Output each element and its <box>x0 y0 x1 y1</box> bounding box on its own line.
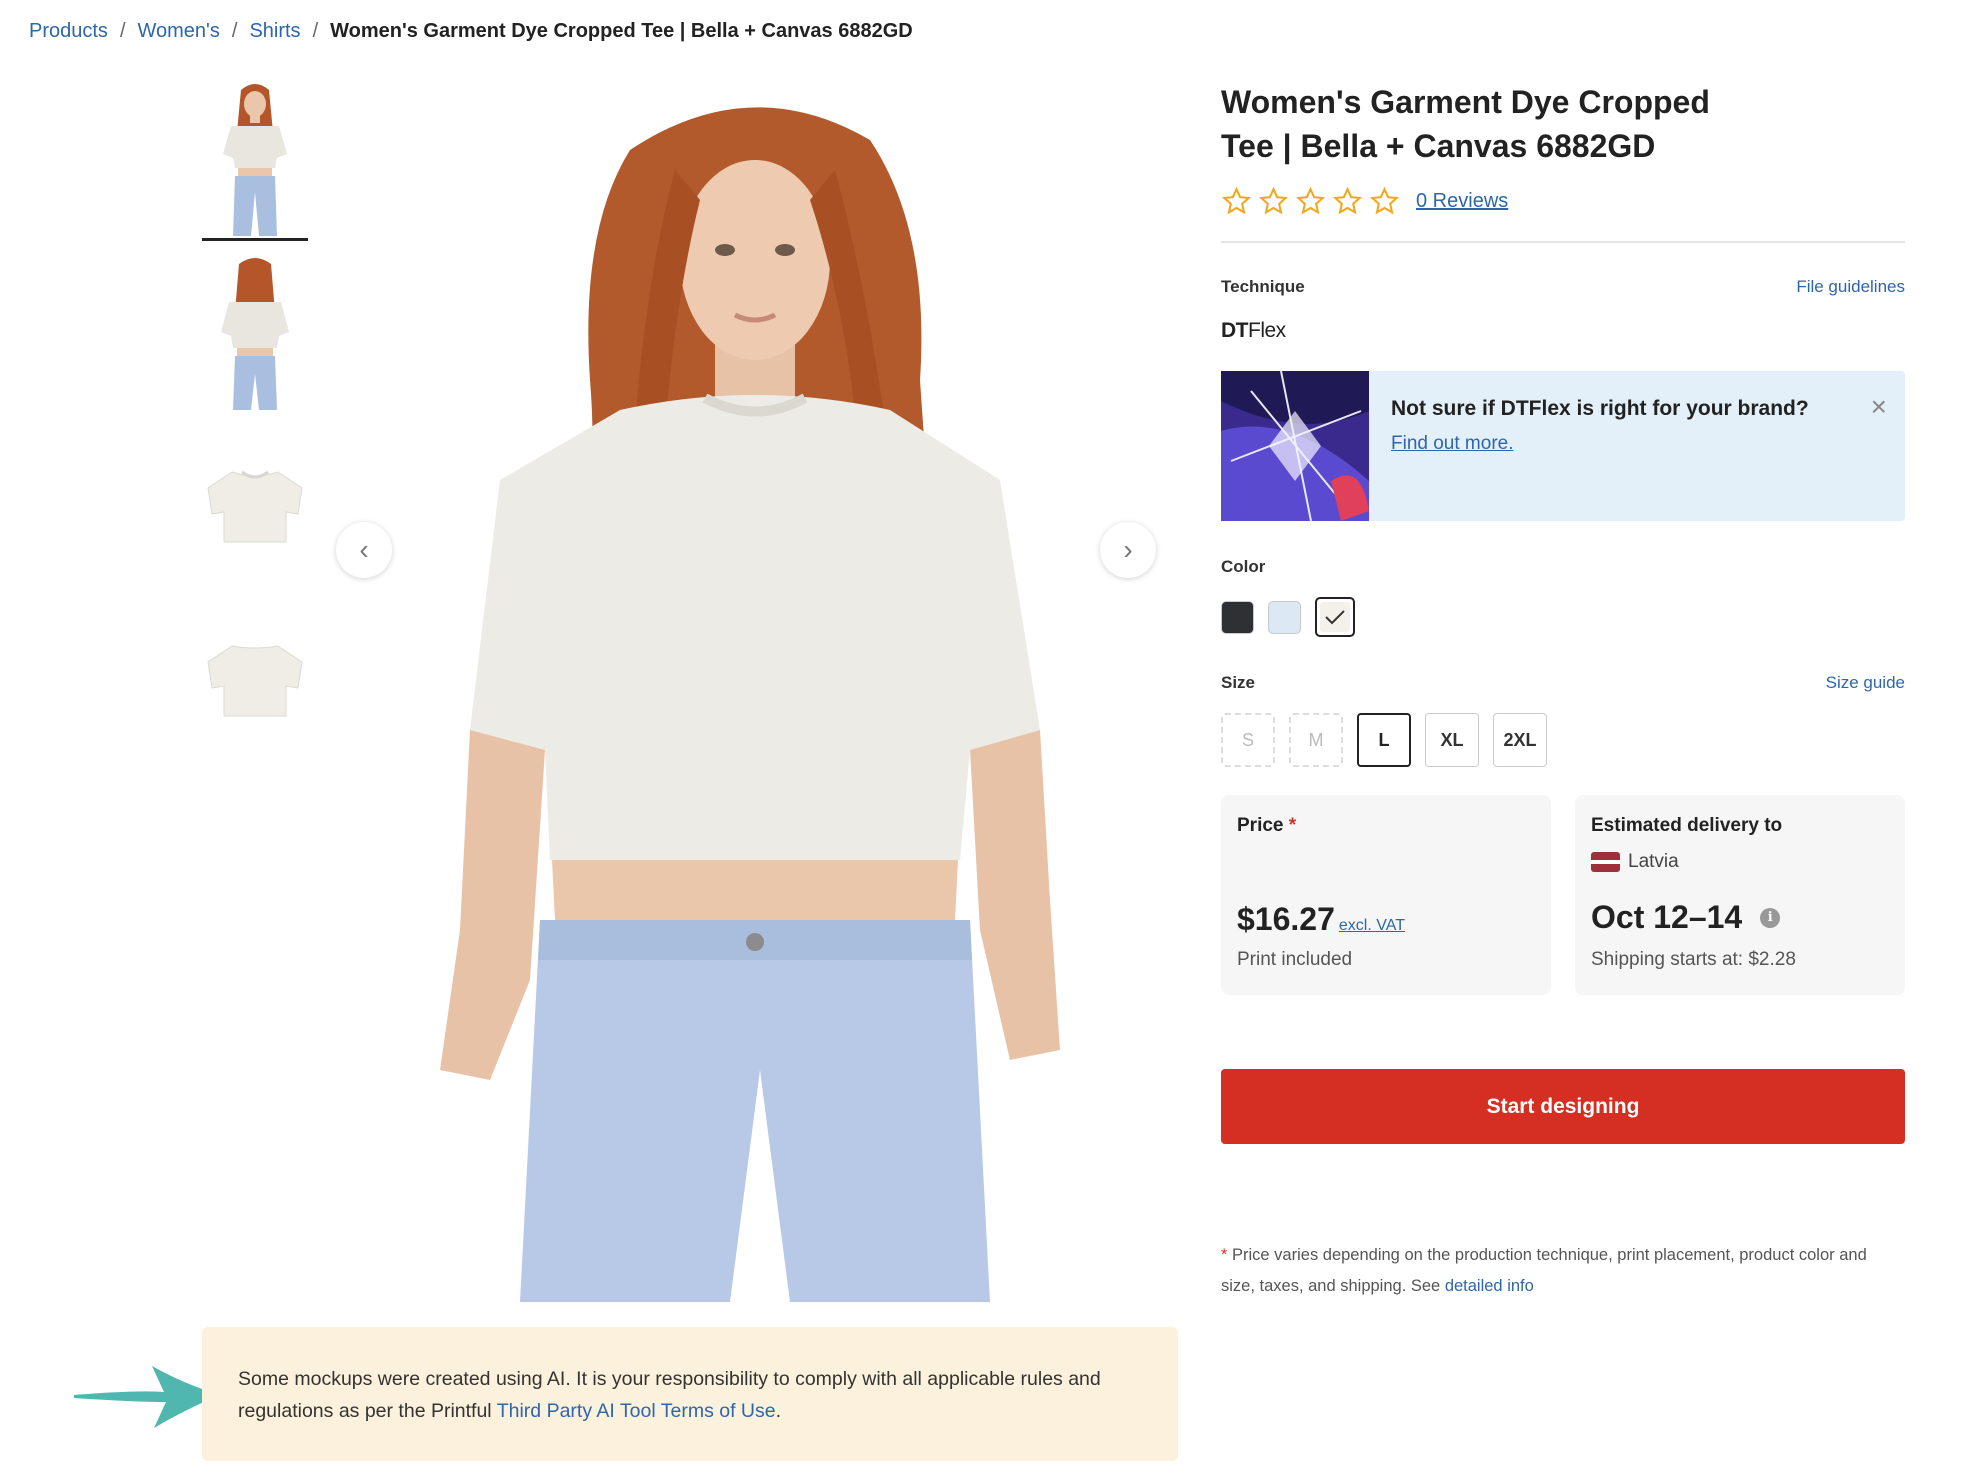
breadcrumb-link-products[interactable]: Products <box>29 20 108 43</box>
detailed-info-link[interactable]: detailed info <box>1445 1277 1534 1295</box>
footnote-text: Price varies depending on the production… <box>1221 1246 1867 1295</box>
delivery-card-title: Estimated delivery to <box>1591 815 1783 836</box>
color-swatch-white-selected[interactable] <box>1315 597 1355 637</box>
delivery-dates: Oct 12–14 <box>1591 899 1743 935</box>
star-icon[interactable] <box>1369 186 1400 217</box>
size-header: Size Size guide <box>1221 673 1905 693</box>
promo-text: Not sure if DTFlex is right for your bra… <box>1369 371 1833 521</box>
thumbnail-back-model[interactable] <box>202 254 308 412</box>
shipping-starts-text: Shipping starts at: $2.28 <box>1591 949 1796 970</box>
ai-notice-end: . <box>775 1400 782 1422</box>
price-card-title: Price * <box>1237 815 1535 837</box>
chevron-left-icon: ‹ <box>359 534 369 565</box>
breadcrumb-separator: / <box>231 20 238 42</box>
size-guide-link[interactable]: Size guide <box>1826 673 1905 693</box>
color-swatch-black[interactable] <box>1221 600 1254 634</box>
breadcrumb-separator: / <box>312 20 319 42</box>
dtflex-promo-image <box>1221 371 1369 521</box>
thumbnail-flat-back[interactable] <box>202 602 308 760</box>
main-product-image: ‹ › <box>330 80 1190 1302</box>
price-card: Price * $16.27 excl. VAT Print included <box>1221 795 1551 995</box>
size-option-2xl[interactable]: 2XL <box>1493 713 1547 767</box>
rating-row: 0 Reviews <box>1221 186 1905 217</box>
dtflex-logo-thin: Flex <box>1248 319 1286 342</box>
delivery-country[interactable]: Latvia <box>1591 851 1889 873</box>
breadcrumb-link-womens[interactable]: Women's <box>138 20 220 43</box>
file-guidelines-link[interactable]: File guidelines <box>1796 277 1905 297</box>
find-out-more-link[interactable]: Find out more. <box>1391 433 1811 455</box>
dtflex-logo-bold: DT <box>1221 319 1249 342</box>
size-option-m[interactable]: M <box>1289 713 1343 767</box>
price-amount-row: $16.27 excl. VAT <box>1237 901 1405 938</box>
chevron-right-icon: › <box>1123 534 1133 565</box>
breadcrumb-current: Women's Garment Dye Cropped Tee | Bella … <box>330 20 913 42</box>
tshirt-back-thumbnail-image <box>207 645 303 717</box>
thumbnail-front-model[interactable] <box>202 80 308 241</box>
third-party-ai-terms-link[interactable]: Third Party AI Tool Terms of Use <box>497 1400 776 1422</box>
promo-title: Not sure if DTFlex is right for your bra… <box>1391 397 1809 420</box>
technique-label: Technique <box>1221 277 1305 296</box>
excl-vat-link[interactable]: excl. VAT <box>1339 917 1405 934</box>
info-cards: Price * $16.27 excl. VAT Print included E… <box>1221 795 1905 995</box>
price-title-text: Price <box>1237 815 1284 836</box>
tshirt-front-thumbnail-image <box>207 470 303 543</box>
previous-image-button[interactable]: ‹ <box>336 522 392 578</box>
breadcrumb: Products / Women's / Shirts / Women's Ga… <box>29 20 913 43</box>
info-icon[interactable]: i <box>1760 907 1781 928</box>
close-icon[interactable]: × <box>1871 393 1887 421</box>
size-option-l[interactable]: L <box>1357 713 1411 767</box>
ai-mockup-notice: Some mockups were created using AI. It i… <box>202 1327 1178 1461</box>
product-title: Women's Garment Dye Cropped Tee | Bella … <box>1221 84 1710 164</box>
breadcrumb-link-shirts[interactable]: Shirts <box>249 20 300 43</box>
divider <box>1221 241 1905 243</box>
star-icon[interactable] <box>1221 186 1252 217</box>
color-label: Color <box>1221 557 1266 576</box>
star-icon[interactable] <box>1295 186 1326 217</box>
country-name: Latvia <box>1628 851 1679 872</box>
delivery-card: Estimated delivery to Latvia Oct 12–14 i… <box>1575 795 1905 995</box>
star-icon[interactable] <box>1332 186 1363 217</box>
size-label: Size <box>1221 673 1256 692</box>
thumbnail-flat-front[interactable] <box>202 428 308 586</box>
technique-header: Technique File guidelines <box>1221 277 1905 297</box>
size-options: S M L XL 2XL <box>1221 713 1905 767</box>
product-details-panel: Women's Garment Dye Cropped Tee | Bella … <box>1221 80 1905 1302</box>
start-designing-button[interactable]: Start designing <box>1221 1069 1905 1144</box>
color-swatch-light-blue[interactable] <box>1268 600 1301 634</box>
size-option-xl[interactable]: XL <box>1425 713 1479 767</box>
price-asterisk: * <box>1288 815 1297 836</box>
dtflex-promo-banner: Not sure if DTFlex is right for your bra… <box>1221 371 1905 521</box>
next-image-button[interactable]: › <box>1100 522 1156 578</box>
latvia-flag-icon <box>1591 852 1620 872</box>
model-front-image <box>440 107 1060 1302</box>
price-amount: $16.27 <box>1237 901 1335 937</box>
delivery-dates-row: Oct 12–14 i <box>1591 899 1781 936</box>
size-option-s[interactable]: S <box>1221 713 1275 767</box>
print-included-text: Print included <box>1237 949 1353 970</box>
model-front-thumbnail-image <box>223 84 287 236</box>
checkmark-icon <box>1325 610 1345 625</box>
color-swatches <box>1221 597 1905 637</box>
reviews-link[interactable]: 0 Reviews <box>1416 190 1508 213</box>
breadcrumb-separator: / <box>119 20 126 42</box>
arrow-right-icon <box>74 1366 220 1428</box>
dtflex-logo: DTFlex <box>1221 319 1905 343</box>
price-footnote: * Price varies depending on the producti… <box>1221 1240 1905 1302</box>
star-icon[interactable] <box>1258 186 1289 217</box>
model-back-thumbnail-image <box>221 258 289 410</box>
